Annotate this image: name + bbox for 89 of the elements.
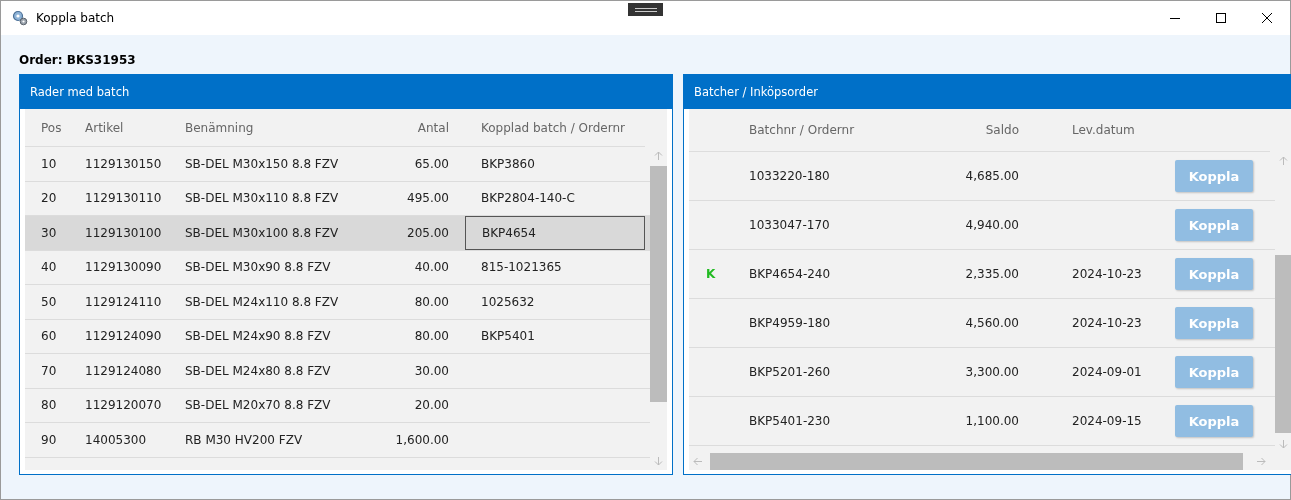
table-cell: BKP5401-230 (749, 414, 831, 428)
table-cell: SB-DEL M24x90 8.8 FZV (185, 329, 331, 344)
table-cell: SB-DEL M30x150 8.8 FZV (185, 156, 339, 171)
column-header: Lev.datum (1072, 123, 1136, 137)
table-cell: 1129130150 (85, 156, 162, 171)
table-cell: 40.00 (414, 260, 449, 275)
table-row[interactable]: 90 14005300 RB M30 HV200 FZV 1,600.00 (25, 423, 650, 458)
table-cell: BKP5201-260 (749, 365, 831, 379)
table-row[interactable]: 80 1129120070 SB-DEL M20x70 8.8 FZV 20.00 (25, 388, 650, 423)
column-header: Batchnr / Ordernr (749, 123, 856, 137)
gears-icon (12, 10, 28, 26)
table-row[interactable]: 40 1129130090 SB-DEL M30x90 8.8 FZV 40.00 815-1021365 (25, 250, 650, 285)
table-cell: 80.00 (414, 294, 449, 309)
table-cell: 1129120070 (85, 398, 162, 413)
column-header: Benämning (185, 120, 255, 135)
table-row[interactable]: 70 1129124080 SB-DEL M24x80 8.8 FZV 30.00 (25, 354, 650, 389)
table-cell: 20 (41, 191, 57, 206)
table-cell: 65.00 (414, 156, 449, 171)
table-cell: 4,940.00 (965, 218, 1019, 232)
table-cell: 1129124110 (85, 294, 162, 309)
table-row[interactable]: 30 1129130100 SB-DEL M30x100 8.8 FZV 205.00 BKP4654 (25, 216, 650, 251)
table-cell: RB M30 HV200 FZV (185, 432, 303, 447)
maximize-icon (1216, 13, 1226, 23)
window-title: Koppla batch (36, 11, 115, 25)
linked-mark: K (706, 267, 716, 281)
table-row[interactable]: 60 1129124090 SB-DEL M24x90 8.8 FZV 80.00 BKP5401 (25, 319, 650, 354)
table-cell: 40 (41, 260, 57, 275)
column-header: Saldo (984, 123, 1019, 137)
table-cell: BKP2804-140-C (481, 191, 575, 206)
table-cell: SB-DEL M24x110 8.8 FZV (185, 294, 339, 309)
table-cell: 2024-09-01 (1072, 365, 1142, 379)
table-cell: BKP4654-240 (749, 267, 831, 281)
column-header: Antal (416, 120, 449, 135)
column-header: Artikel (85, 120, 125, 135)
table-cell: 1129130090 (85, 260, 162, 275)
arrow-up-icon[interactable] (1279, 156, 1288, 165)
table-cell: 60 (41, 329, 57, 344)
table-cell: SB-DEL M24x80 8.8 FZV (185, 363, 331, 378)
table-cell: 495.00 (407, 191, 449, 206)
table-cell: 20.00 (414, 398, 449, 413)
arrow-right-icon[interactable] (1257, 457, 1266, 466)
table-cell: BKP5401 (481, 329, 535, 344)
table-cell: BKP4654 (482, 225, 536, 240)
table-cell: 30 (41, 225, 57, 240)
table-cell: 4,685.00 (965, 169, 1019, 183)
table-cell: 1129130100 (85, 225, 162, 240)
table-cell: 815-1021365 (481, 260, 562, 275)
table-cell: 2,335.00 (965, 267, 1019, 281)
table-cell: SB-DEL M30x110 8.8 FZV (185, 191, 339, 206)
table-cell: 1,600.00 (395, 432, 449, 447)
column-header: Pos (40, 120, 63, 135)
order-label: Order: BKS31953 (19, 53, 137, 67)
arrow-down-icon[interactable] (1279, 440, 1288, 449)
table-cell: 2024-09-15 (1072, 414, 1142, 428)
table-cell: 1129130110 (85, 191, 162, 206)
panel-header: Batcher / Inköpsorder (684, 75, 1291, 109)
table-cell: 50 (41, 294, 57, 309)
table-cell: 1129124080 (85, 363, 162, 378)
gripper-icon[interactable] (628, 3, 663, 16)
table-cell: 205.00 (407, 225, 449, 240)
table-cell: 14005300 (85, 432, 147, 447)
table-cell: 1033047-170 (749, 218, 830, 232)
table-cell: SB-DEL M20x70 8.8 FZV (185, 398, 331, 413)
table-cell: 70 (41, 363, 57, 378)
table-row[interactable]: 10 1129130150 SB-DEL M30x150 8.8 FZV 65.00 BKP3860 (25, 147, 650, 182)
table-cell: BKP4959-180 (749, 316, 831, 330)
table-cell: 3,300.00 (965, 365, 1019, 379)
table-cell: 80 (41, 398, 57, 413)
table-cell: 1129124090 (85, 329, 162, 344)
table-cell: 1025632 (481, 294, 535, 309)
table-cell: 90 (41, 432, 57, 447)
column-header: Kopplad batch / Ordernr (480, 120, 626, 135)
table-cell: 2024-10-23 (1072, 316, 1142, 330)
arrow-left-icon[interactable] (693, 457, 702, 466)
table-row[interactable]: 50 1129124110 SB-DEL M24x110 8.8 FZV 80.00 1025632 (25, 285, 650, 320)
table-cell: SB-DEL M30x90 8.8 FZV (185, 260, 331, 275)
table-cell: BKP3860 (481, 156, 535, 171)
arrow-down-icon[interactable] (654, 457, 663, 466)
table-cell: 80.00 (414, 329, 449, 344)
table-cell: 2024-10-23 (1072, 267, 1142, 281)
panel-header: Rader med batch (20, 75, 672, 109)
table-cell: 4,560.00 (965, 316, 1019, 330)
arrow-up-icon[interactable] (654, 151, 663, 160)
table-cell: 1033220-180 (749, 169, 830, 183)
table-cell: SB-DEL M30x100 8.8 FZV (185, 225, 339, 240)
close-icon (1262, 13, 1272, 23)
table-cell: 30.00 (414, 363, 449, 378)
table-cell: 1,100.00 (965, 414, 1019, 428)
table-cell: 10 (41, 156, 57, 171)
